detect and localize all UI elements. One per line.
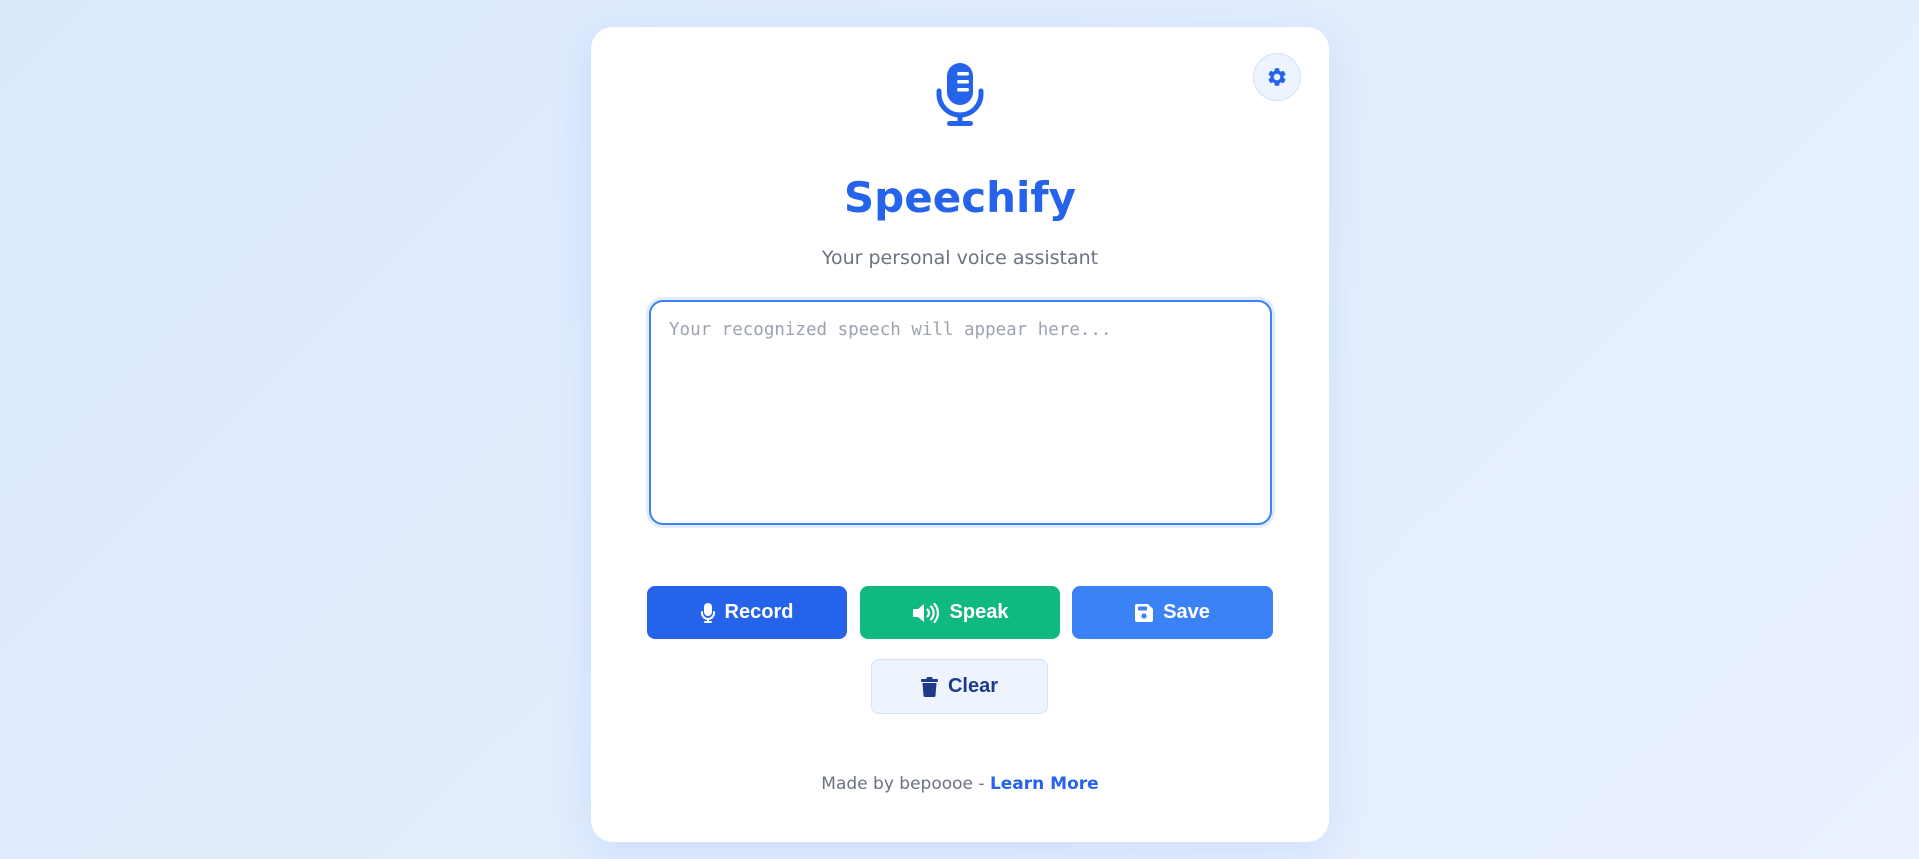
save-button[interactable]: Save — [1072, 586, 1273, 639]
clear-button[interactable]: Clear — [871, 659, 1048, 714]
microphone-logo-icon — [936, 63, 984, 126]
speech-text-area[interactable] — [649, 300, 1272, 525]
microphone-icon — [700, 602, 715, 623]
record-button[interactable]: Record — [647, 586, 847, 639]
floppy-disk-icon — [1135, 603, 1154, 622]
record-button-label: Record — [724, 601, 794, 623]
speaker-icon — [912, 602, 939, 623]
trash-icon — [920, 676, 938, 697]
footer: Made by bepoooe - Learn More — [591, 774, 1329, 794]
speak-button[interactable]: Speak — [860, 586, 1060, 639]
main-card: Speechify Your personal voice assistant … — [591, 27, 1329, 842]
gear-icon — [1268, 68, 1286, 86]
clear-button-label: Clear — [947, 675, 999, 697]
footer-credit: Made by bepoooe - — [821, 774, 990, 794]
settings-button[interactable] — [1253, 53, 1301, 101]
save-button-label: Save — [1163, 601, 1210, 623]
learn-more-link[interactable]: Learn More — [990, 774, 1099, 794]
app-subtitle: Your personal voice assistant — [821, 247, 1099, 269]
speak-button-label: Speak — [949, 601, 1009, 623]
app-title: Speechify — [843, 173, 1077, 222]
